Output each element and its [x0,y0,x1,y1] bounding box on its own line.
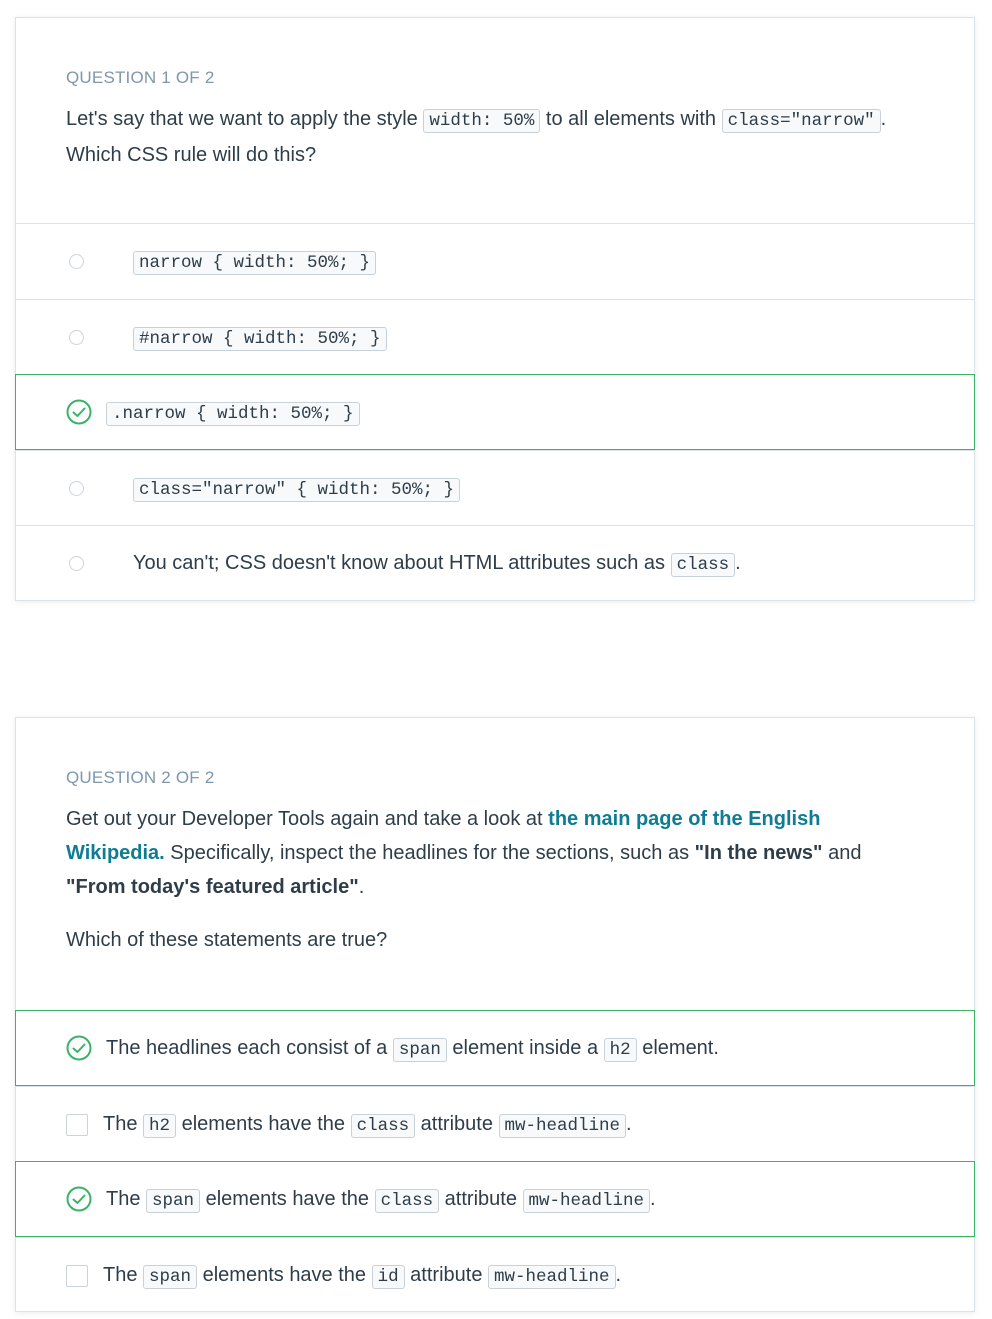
checkbox-icon[interactable] [66,1113,88,1136]
inline-code: id [371,1265,405,1289]
inline-code: mw-headline [498,1114,627,1138]
check-circle-icon [66,1186,92,1212]
inline-code: mw-headline [488,1265,616,1289]
inline-code: span [143,1265,198,1289]
radio-icon[interactable] [69,555,84,571]
answer-option-5[interactable]: You can't; CSS doesn't know about HTML a… [15,525,975,601]
radio-icon[interactable] [69,253,84,269]
answer-option-2[interactable]: The h2 elements have the class attribute… [15,1086,975,1162]
answer-option-3-correct[interactable]: .narrow { width: 50%; } [15,374,975,450]
option-text: You can't; CSS doesn't know about HTML a… [133,552,741,577]
question-1-card: QUESTION 1 OF 2 Let's say that we want t… [15,17,975,601]
inline-code: mw-headline [522,1188,651,1213]
question-2-prompt: Which of these statements are true? [66,929,388,951]
question-1-label: QUESTION 1 OF 2 [66,68,215,87]
inline-code: class [350,1114,416,1138]
option-text: The span elements have the id attribute … [103,1264,622,1289]
option-code: narrow { width: 50%; } [133,251,377,275]
inline-code: class [670,553,736,577]
option-text: The span elements have the class attribu… [106,1187,656,1213]
inline-code: span [146,1188,201,1213]
option-code: class="narrow" { width: 50%; } [133,478,461,502]
option-text: The h2 elements have the class attribute… [103,1113,632,1138]
inline-code: class [374,1188,440,1213]
inline-code: h2 [603,1037,637,1062]
question-2-text: Get out your Developer Tools again and t… [66,808,862,898]
answer-option-1[interactable]: narrow { width: 50%; } [15,223,975,299]
question-2-label: QUESTION 2 OF 2 [66,768,215,787]
answer-option-4[interactable]: class="narrow" { width: 50%; } [15,450,975,526]
answer-option-4[interactable]: The span elements have the id attribute … [15,1237,975,1313]
radio-icon[interactable] [69,329,84,345]
answer-option-2[interactable]: #narrow { width: 50%; } [15,299,975,375]
check-circle-icon [66,399,92,425]
checkbox-icon[interactable] [66,1264,88,1287]
answer-option-3-correct[interactable]: The span elements have the class attribu… [15,1161,975,1237]
inline-code: width: 50% [423,109,541,133]
radio-icon[interactable] [69,480,84,496]
inline-code: h2 [143,1114,177,1138]
answer-option-1-correct[interactable]: The headlines each consist of a span ele… [15,1010,975,1086]
question-2-card: QUESTION 2 OF 2 Get out your Developer T… [15,717,975,1312]
inline-code: class="narrow" [721,109,881,133]
option-text: The headlines each consist of a span ele… [106,1036,719,1062]
inline-code: span [392,1037,447,1062]
question-1-text: Let's say that we want to apply the styl… [66,108,887,166]
check-circle-icon [66,1035,92,1061]
option-code: .narrow { width: 50%; } [106,401,360,426]
option-code: #narrow { width: 50%; } [133,327,387,351]
